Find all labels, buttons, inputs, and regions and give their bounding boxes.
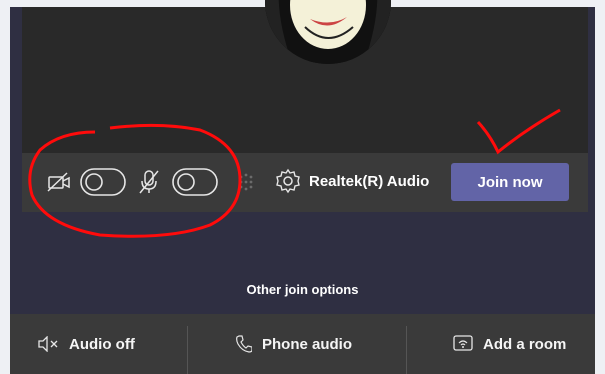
annotation-circle	[28, 123, 242, 238]
annotation-checkmark	[476, 108, 561, 155]
annotation-overlay	[28, 108, 561, 238]
